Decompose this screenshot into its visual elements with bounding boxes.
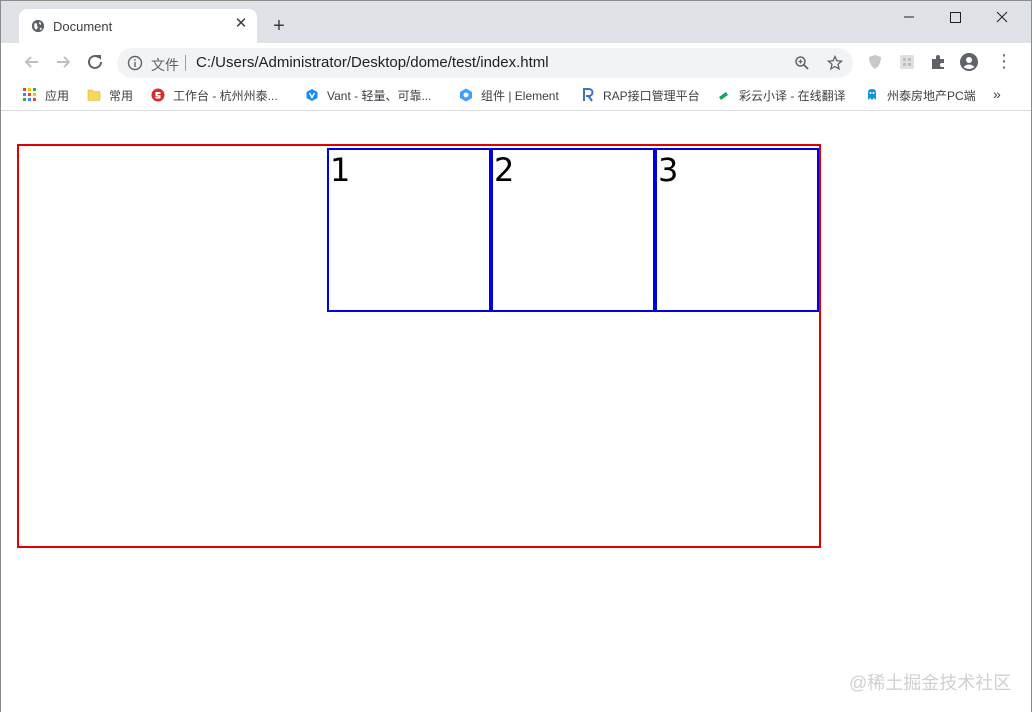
close-tab-icon[interactable]: ✕ bbox=[233, 16, 249, 32]
bookmarks-bar: 应用 常用 工作台 - 杭州州泰... Vant - 轻量、可靠... 组件 |… bbox=[1, 81, 1031, 111]
page-viewport: 1 2 3 bbox=[1, 112, 1031, 712]
maximize-icon bbox=[950, 12, 961, 23]
reload-icon[interactable] bbox=[84, 51, 106, 73]
caiyun-logo-icon bbox=[719, 92, 728, 100]
security-label: 文件 bbox=[151, 57, 179, 73]
zoom-icon[interactable] bbox=[794, 55, 810, 71]
bookmark-workbench[interactable]: 工作台 - 杭州州泰... bbox=[151, 87, 278, 105]
close-window-button[interactable] bbox=[979, 3, 1025, 31]
omnibox-divider bbox=[185, 55, 186, 71]
bookmark-apps[interactable]: 应用 bbox=[23, 87, 69, 105]
maximize-button[interactable] bbox=[932, 3, 978, 31]
box-2: 2 bbox=[491, 148, 655, 312]
work-logo-icon bbox=[151, 88, 165, 102]
profile-icon[interactable] bbox=[959, 52, 979, 72]
info-icon[interactable] bbox=[127, 55, 143, 71]
bookmark-rap[interactable]: RAP接口管理平台 bbox=[581, 87, 700, 105]
extension-shield-icon[interactable] bbox=[865, 52, 885, 72]
element-logo-icon bbox=[460, 88, 472, 102]
bird-logo-icon bbox=[868, 89, 876, 100]
globe-icon bbox=[31, 19, 45, 33]
folder-icon bbox=[87, 89, 101, 101]
bookmark-caiyun[interactable]: 彩云小译 - 在线翻译 bbox=[717, 87, 846, 105]
minimize-icon bbox=[904, 16, 914, 18]
star-icon[interactable] bbox=[827, 55, 843, 71]
bookmark-vant[interactable]: Vant - 轻量、可靠... bbox=[305, 87, 431, 105]
rap-logo-icon bbox=[583, 88, 594, 102]
tab-title: Document bbox=[53, 19, 113, 34]
puzzle-icon[interactable] bbox=[928, 52, 948, 72]
url-text[interactable]: C:/Users/Administrator/Desktop/dome/test… bbox=[196, 54, 549, 71]
extension-grid-icon[interactable] bbox=[897, 52, 917, 72]
watermark: @稀土掘金技术社区 bbox=[849, 673, 1012, 693]
bookmark-element[interactable]: 组件 | Element bbox=[459, 87, 559, 105]
bookmarks-overflow-button[interactable]: » bbox=[993, 86, 1001, 102]
box-3: 3 bbox=[655, 148, 819, 312]
browser-window: Document ✕ + 文件 C:/Users/Administrator/D… bbox=[0, 0, 1032, 712]
bookmark-zhoutai[interactable]: 州泰房地产PC端 bbox=[865, 87, 976, 105]
title-bar: Document ✕ + bbox=[1, 1, 1031, 43]
menu-icon[interactable]: ⋮ bbox=[995, 51, 1013, 72]
address-bar[interactable]: 文件 C:/Users/Administrator/Desktop/dome/t… bbox=[117, 48, 853, 78]
bookmark-folder-common[interactable]: 常用 bbox=[87, 87, 133, 105]
back-icon[interactable] bbox=[21, 51, 43, 73]
toolbar: 文件 C:/Users/Administrator/Desktop/dome/t… bbox=[1, 43, 1031, 81]
minimize-button[interactable] bbox=[885, 3, 931, 31]
new-tab-button[interactable]: + bbox=[269, 16, 289, 36]
apps-grid-icon bbox=[23, 88, 36, 101]
tab-document[interactable]: Document ✕ bbox=[19, 9, 257, 43]
forward-icon[interactable] bbox=[52, 51, 74, 73]
box-1: 1 bbox=[327, 148, 491, 312]
vant-logo-icon bbox=[306, 89, 318, 101]
red-container: 1 2 3 bbox=[17, 144, 821, 548]
close-icon bbox=[996, 11, 1008, 23]
